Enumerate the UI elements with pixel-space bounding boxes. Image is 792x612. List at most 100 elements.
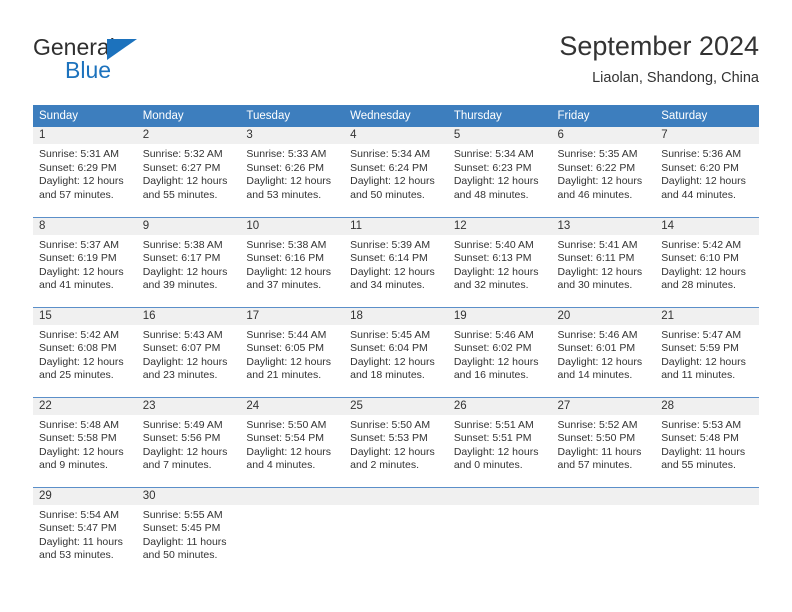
daylight-text-line2: and 57 minutes. [557,459,633,472]
calendar-day-cell-empty [344,486,448,577]
daylight-text-line1: Daylight: 11 hours [661,445,746,458]
general-blue-logo[interactable]: General Blue [33,36,263,92]
day-details: Sunrise: 5:42 AM Sunset: 6:08 PM Dayligh… [33,325,137,383]
calendar-day-cell[interactable]: 15 Sunrise: 5:42 AM Sunset: 6:08 PM Dayl… [33,306,137,397]
calendar-day-cell[interactable]: 4 Sunrise: 5:34 AM Sunset: 6:24 PM Dayli… [344,127,448,217]
sunset-text: Sunset: 6:02 PM [453,342,532,355]
daylight-text-line1: Daylight: 12 hours [661,265,746,278]
daylight-text-line1: Daylight: 12 hours [350,355,435,368]
daylight-text-line2: and 28 minutes. [661,279,736,292]
daylight-text-line1: Daylight: 12 hours [142,355,228,368]
day-details: Sunrise: 5:35 AM Sunset: 6:22 PM Dayligh… [552,144,656,202]
daylight-text-line2: and 0 minutes. [453,459,523,472]
weekday-header-sunday: Sunday [33,105,137,127]
sunrise-text: Sunrise: 5:32 AM [142,148,223,160]
calendar-day-cell[interactable]: 5 Sunrise: 5:34 AM Sunset: 6:23 PM Dayli… [447,127,552,217]
day-details: Sunrise: 5:34 AM Sunset: 6:24 PM Dayligh… [344,144,448,202]
calendar-day-cell[interactable]: 27 Sunrise: 5:52 AM Sunset: 5:50 PM Dayl… [551,396,656,487]
calendar-day-cell[interactable]: 17 Sunrise: 5:44 AM Sunset: 6:05 PM Dayl… [240,306,345,397]
sunrise-text: Sunrise: 5:33 AM [246,148,327,160]
calendar-page: General Blue September 2024 Liaolan, Sha… [0,0,792,612]
day-details: Sunrise: 5:54 AM Sunset: 5:47 PM Dayligh… [33,505,137,563]
calendar-day-cell[interactable]: 24 Sunrise: 5:50 AM Sunset: 5:54 PM Dayl… [240,396,345,487]
daylight-text-line1: Daylight: 12 hours [39,265,124,278]
daylight-text-line2: and 57 minutes. [39,188,114,201]
daylight-text-line2: and 25 minutes. [39,369,114,382]
day-number: 21 [655,307,759,325]
calendar-day-cell[interactable]: 6 Sunrise: 5:35 AM Sunset: 6:22 PM Dayli… [551,127,656,217]
daylight-text-line1: Daylight: 12 hours [142,175,228,188]
day-number: 9 [136,217,241,235]
sunrise-text: Sunrise: 5:38 AM [142,238,223,251]
logo-triangle-icon [107,39,137,60]
calendar-day-cell[interactable]: 3 Sunrise: 5:33 AM Sunset: 6:26 PM Dayli… [240,127,345,217]
calendar-day-cell[interactable]: 25 Sunrise: 5:50 AM Sunset: 5:53 PM Dayl… [344,396,448,487]
sunset-text: Sunset: 6:22 PM [557,161,636,174]
calendar-week-row: 22 Sunrise: 5:48 AM Sunset: 5:58 PM Dayl… [33,396,759,487]
daylight-text-line1: Daylight: 11 hours [39,535,123,548]
calendar-week-row: 1 Sunrise: 5:31 AM Sunset: 6:29 PM Dayli… [33,127,759,217]
calendar-day-cell[interactable]: 2 Sunrise: 5:32 AM Sunset: 6:27 PM Dayli… [136,127,241,217]
location-subtitle: Liaolan, Shandong, China [592,70,759,86]
calendar-day-cell[interactable]: 10 Sunrise: 5:38 AM Sunset: 6:16 PM Dayl… [240,216,345,307]
calendar-day-cell-empty [240,486,345,577]
sunrise-text: Sunrise: 5:48 AM [39,418,119,431]
sunset-text: Sunset: 5:50 PM [557,432,636,445]
day-number: 24 [240,397,345,415]
sunrise-text: Sunrise: 5:47 AM [661,328,742,341]
sunset-text: Sunset: 5:47 PM [39,522,117,535]
calendar-day-cell[interactable]: 29 Sunrise: 5:54 AM Sunset: 5:47 PM Dayl… [33,486,137,577]
calendar-day-cell[interactable]: 8 Sunrise: 5:37 AM Sunset: 6:19 PM Dayli… [33,216,137,307]
day-number [344,487,448,505]
daylight-text-line1: Daylight: 12 hours [350,175,435,188]
day-number: 20 [551,307,656,325]
daylight-text-line1: Daylight: 12 hours [453,265,539,278]
daylight-text-line1: Daylight: 12 hours [39,355,124,368]
calendar-day-cell[interactable]: 14 Sunrise: 5:42 AM Sunset: 6:10 PM Dayl… [655,216,759,307]
calendar-day-cell[interactable]: 16 Sunrise: 5:43 AM Sunset: 6:07 PM Dayl… [136,306,241,397]
daylight-text-line2: and 34 minutes. [350,279,425,292]
sunset-text: Sunset: 6:10 PM [661,252,739,265]
sunset-text: Sunset: 6:20 PM [661,161,739,174]
daylight-text-line2: and 2 minutes. [350,459,419,472]
calendar-day-cell[interactable]: 22 Sunrise: 5:48 AM Sunset: 5:58 PM Dayl… [33,396,137,487]
sunset-text: Sunset: 5:48 PM [661,432,739,445]
calendar-day-cell[interactable]: 12 Sunrise: 5:40 AM Sunset: 6:13 PM Dayl… [447,216,552,307]
calendar-day-cell[interactable]: 19 Sunrise: 5:46 AM Sunset: 6:02 PM Dayl… [447,306,552,397]
daylight-text-line2: and 16 minutes. [453,369,529,382]
daylight-text-line2: and 39 minutes. [142,279,218,292]
daylight-text-line2: and 46 minutes. [557,188,633,201]
daylight-text-line1: Daylight: 11 hours [142,535,227,548]
sunrise-text: Sunrise: 5:35 AM [557,148,638,160]
day-number: 25 [344,397,448,415]
calendar-day-cell[interactable]: 13 Sunrise: 5:41 AM Sunset: 6:11 PM Dayl… [551,216,656,307]
sunrise-text: Sunrise: 5:52 AM [557,418,638,431]
day-details: Sunrise: 5:53 AM Sunset: 5:48 PM Dayligh… [655,415,759,473]
calendar-day-cell[interactable]: 30 Sunrise: 5:55 AM Sunset: 5:45 PM Dayl… [136,486,241,577]
calendar-day-cell[interactable]: 18 Sunrise: 5:45 AM Sunset: 6:04 PM Dayl… [344,306,448,397]
calendar-day-cell[interactable]: 28 Sunrise: 5:53 AM Sunset: 5:48 PM Dayl… [655,396,759,487]
sunrise-text: Sunrise: 5:53 AM [661,418,742,431]
calendar-day-cell[interactable]: 20 Sunrise: 5:46 AM Sunset: 6:01 PM Dayl… [551,306,656,397]
calendar-day-cell[interactable]: 11 Sunrise: 5:39 AM Sunset: 6:14 PM Dayl… [344,216,448,307]
calendar-day-cell-empty [655,486,759,577]
day-number [240,487,345,505]
day-number: 22 [33,397,137,415]
calendar-day-cell[interactable]: 9 Sunrise: 5:38 AM Sunset: 6:17 PM Dayli… [136,216,241,307]
sunrise-text: Sunrise: 5:50 AM [246,418,327,431]
calendar-day-cell[interactable]: 23 Sunrise: 5:49 AM Sunset: 5:56 PM Dayl… [136,396,241,487]
sunset-text: Sunset: 6:11 PM [557,252,635,265]
day-number [551,487,656,505]
calendar-day-cell[interactable]: 26 Sunrise: 5:51 AM Sunset: 5:51 PM Dayl… [447,396,552,487]
sunrise-text: Sunrise: 5:49 AM [142,418,223,431]
calendar-day-cell[interactable]: 1 Sunrise: 5:31 AM Sunset: 6:29 PM Dayli… [33,127,137,217]
calendar-day-cell[interactable]: 21 Sunrise: 5:47 AM Sunset: 5:59 PM Dayl… [655,306,759,397]
day-number: 12 [447,217,552,235]
day-number: 18 [344,307,448,325]
day-details: Sunrise: 5:36 AM Sunset: 6:20 PM Dayligh… [655,144,759,202]
day-number: 2 [136,127,241,144]
sunset-text: Sunset: 5:54 PM [246,432,325,445]
day-details: Sunrise: 5:38 AM Sunset: 6:16 PM Dayligh… [240,235,344,293]
daylight-text-line2: and 32 minutes. [453,279,529,292]
calendar-day-cell[interactable]: 7 Sunrise: 5:36 AM Sunset: 6:20 PM Dayli… [655,127,759,217]
